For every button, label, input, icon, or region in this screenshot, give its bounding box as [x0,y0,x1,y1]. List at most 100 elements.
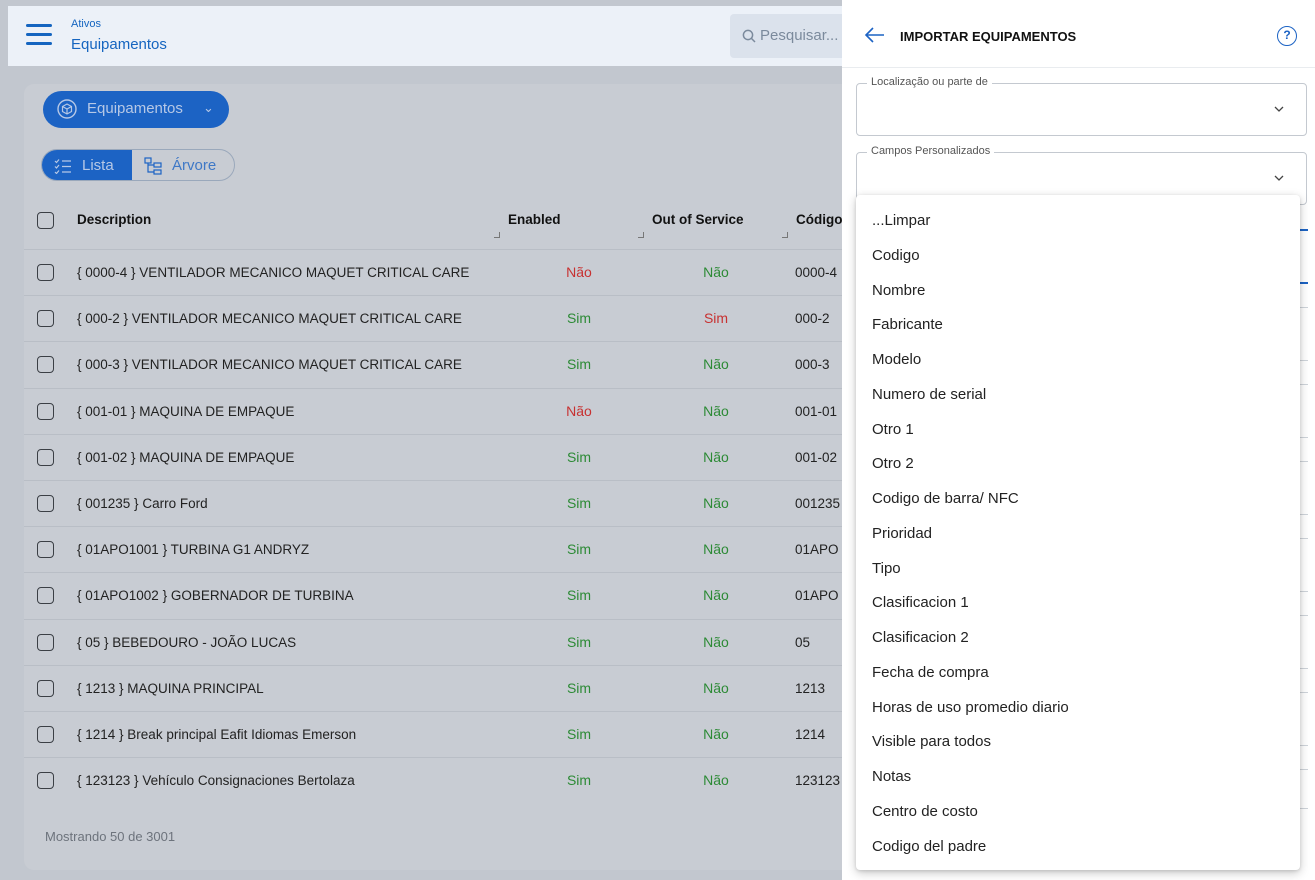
row-code: 001-02 [795,449,838,465]
table-row[interactable]: { 001-02 } MAQUINA DE EMPAQUE Sim Não 001-0… [24,433,842,480]
row-checkbox[interactable] [37,264,54,281]
dropdown-option[interactable]: Otro 2 [872,455,914,472]
out-of-service-status: Não [703,772,729,789]
row-checkbox[interactable] [37,402,54,420]
row-description: { 123123 } Vehículo Consignaciones Berto… [77,773,355,789]
dropdown-option[interactable]: ...Limpar [872,212,930,229]
row-code: 01APO [795,542,839,558]
dropdown-option[interactable]: Modelo [872,351,921,368]
column-header-code[interactable]: Código [796,212,843,227]
row-code: 000-2 [795,311,830,327]
table-row[interactable]: { 1213 } MAQUINA PRINCIPAL Sim Não 1213 [24,664,842,711]
list-icon [54,159,71,174]
equipment-selector-label: Equipamentos [87,100,183,117]
dropdown-option[interactable]: Codigo [872,247,920,264]
table-row[interactable]: { 1214 } Break principal Eafit Idiomas E… [24,711,842,757]
table-row[interactable]: { 001235 } Carro Ford Sim Não 001235 [24,480,842,526]
column-resize-handle[interactable] [782,232,788,238]
chevron-down-icon [1274,106,1284,112]
dropdown-option[interactable]: Prioridad [872,525,932,542]
breadcrumb-parent[interactable]: Ativos [71,18,101,30]
row-checkbox[interactable] [37,633,54,651]
dropdown-option[interactable]: Fecha de compra [872,664,989,681]
dropdown-option[interactable]: Tipo [872,560,901,577]
box-icon [57,99,77,119]
row-code: 001235 [795,496,841,511]
menu-icon[interactable] [26,24,52,46]
row-checkbox[interactable] [37,726,54,743]
table-row[interactable]: { 123123 } Vehículo Consignaciones Berto… [24,757,842,803]
column-resize-handle[interactable] [638,232,644,238]
dropdown-option[interactable]: Clasificacion 1 [872,594,969,611]
enabled-status: Sim [566,356,592,373]
enabled-status: Sim [566,726,592,742]
row-description: { 001-01 } MAQUINA DE EMPAQUE [77,403,295,419]
out-of-service-status: Não [703,448,729,465]
row-code: 1213 [795,680,826,696]
out-of-service-status: Não [703,726,729,742]
column-mapping-dropdown: ...Limpar Codigo Nombre Fabricante Modelo Num… [856,195,1300,870]
out-of-service-status: Não [703,264,729,280]
row-checkbox[interactable] [37,310,54,328]
row-description: { 01APO1002 } GOBERNADOR DE TURBINA [77,588,354,604]
table-row[interactable]: { 000-3 } VENTILADOR MECANICO MAQUET CRI… [24,341,842,387]
out-of-service-status: Não [703,633,729,650]
row-checkbox[interactable] [37,679,54,697]
out-of-service-status: Não [703,587,729,604]
row-description: { 000-2 } VENTILADOR MECANICO MAQUET CRI… [77,311,462,327]
dropdown-option[interactable]: Otro 1 [872,421,914,438]
dropdown-option[interactable]: Horas de uso promedio diario [872,699,1069,716]
out-of-service-status: Não [703,356,729,373]
select-all-checkbox[interactable] [37,212,54,229]
row-checkbox[interactable] [37,356,54,374]
row-checkbox[interactable] [37,495,54,512]
column-header-description[interactable]: Description [77,212,151,227]
column-header-enabled[interactable]: Enabled [508,212,561,227]
enabled-status: Sim [566,587,592,604]
table-row[interactable]: { 000-2 } VENTILADOR MECANICO MAQUET CRI… [24,295,842,341]
dropdown-option[interactable]: Numero de serial [872,386,986,403]
dropdown-option[interactable]: Nombre [872,282,925,299]
row-checkbox[interactable] [37,587,54,605]
row-code: 1214 [795,727,826,742]
column-resize-handle[interactable] [494,232,500,238]
chevron-down-icon: ⌄ [203,100,214,115]
enabled-status: Sim [566,679,592,696]
column-header-out-of-service[interactable]: Out of Service [652,212,744,227]
dropdown-option[interactable]: Fabricante [872,316,943,333]
location-select[interactable]: Localização ou parte de [856,76,1307,136]
back-arrow-icon[interactable] [864,25,886,45]
dropdown-option[interactable]: Codigo del padre [872,838,986,855]
dropdown-option[interactable]: Clasificacion 2 [872,629,969,646]
enabled-status: Sim [566,772,592,789]
dropdown-option[interactable]: Centro de costo [872,803,978,820]
row-description: { 1213 } MAQUINA PRINCIPAL [77,680,264,696]
row-checkbox[interactable] [37,772,54,790]
view-list-label: Lista [82,157,114,174]
search-placeholder: Pesquisar... [760,27,839,44]
row-description: { 000-3 } VENTILADOR MECANICO MAQUET CRI… [77,357,462,373]
dropdown-option[interactable]: Notas [872,768,911,785]
view-tree-button[interactable]: Árvore [132,150,234,180]
table-row[interactable]: { 01APO1001 } TURBINA G1 ANDRYZ Sim Não 01A… [24,526,842,572]
dropdown-option[interactable]: Visible para todos [872,733,991,750]
table-row[interactable]: { 001-01 } MAQUINA DE EMPAQUE Não Não 001-0… [24,387,842,434]
top-bar: Ativos Equipamentos Pesquisar... [8,6,842,66]
tree-icon [144,157,162,175]
table-row[interactable]: { 01APO1002 } GOBERNADOR DE TURBINA Sim Nã… [24,572,842,618]
help-icon[interactable]: ? [1277,26,1297,46]
table-row[interactable]: { 0000-4 } VENTILADOR MECANICO MAQUET CR… [24,249,842,295]
out-of-service-status: Não [703,679,729,696]
table-row[interactable]: { 05 } BEBEDOURO - JOÃO LUCAS Sim Não 05 [24,618,842,665]
search-input[interactable]: Pesquisar... [730,14,842,58]
row-description: { 0000-4 } VENTILADOR MECANICO MAQUET CR… [77,265,470,280]
dropdown-option[interactable]: Codigo de barra/ NFC [872,490,1019,507]
view-toggle: Lista Árvore [41,149,235,181]
row-checkbox[interactable] [37,541,54,559]
row-description: { 001235 } Carro Ford [77,496,208,511]
row-checkbox[interactable] [37,448,54,466]
enabled-status: Sim [566,310,592,327]
equipment-selector-button[interactable]: Equipamentos ⌄ [43,91,229,128]
view-list-button[interactable]: Lista [42,150,132,180]
out-of-service-status: Não [703,402,729,419]
